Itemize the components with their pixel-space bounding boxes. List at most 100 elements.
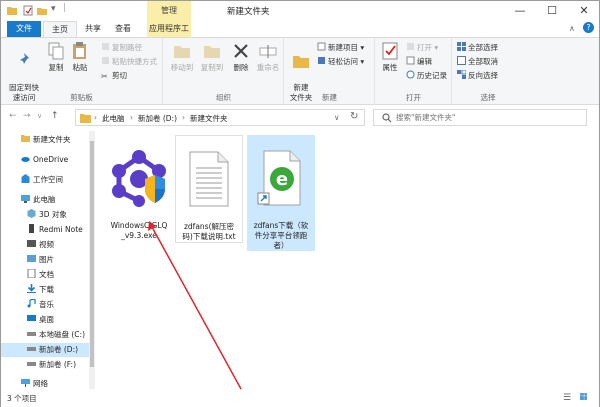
select-all-button[interactable]: 全部选择: [457, 42, 498, 54]
refresh-icon[interactable]: ↻: [350, 111, 358, 122]
copy-path-button[interactable]: 复制路径: [101, 42, 142, 54]
tab-file[interactable]: 文件: [7, 21, 41, 37]
scrollbar-thumb[interactable]: [90, 141, 94, 367]
minimize-button[interactable]: —: [505, 1, 535, 21]
search-box[interactable]: [373, 109, 587, 126]
nav-item-this-pc[interactable]: 此电脑: [21, 193, 56, 207]
nav-item-new-folder[interactable]: 新建文件夹: [21, 133, 71, 147]
help-icon[interactable]: ?: [583, 22, 594, 33]
select-none-label: 全部取消: [468, 57, 498, 66]
paste-shortcut-button[interactable]: 粘贴快捷方式: [101, 56, 157, 68]
paste-button[interactable]: 粘贴: [69, 41, 91, 73]
select-none-button[interactable]: 全部取消: [457, 56, 498, 68]
close-button[interactable]: ✕: [569, 1, 599, 21]
nav-item-label: 下载: [39, 285, 54, 294]
nav-item-pictures[interactable]: 图片: [27, 253, 54, 267]
nav-item-videos[interactable]: 视频: [27, 238, 54, 252]
cloud-icon: [21, 157, 30, 162]
move-to-button[interactable]: 移动到: [168, 41, 196, 73]
cut-button[interactable]: ✂ 剪切: [101, 70, 127, 82]
nav-item-redmi-note[interactable]: Redmi Note: [27, 223, 83, 237]
tab-home[interactable]: 主页: [43, 21, 77, 37]
forward-arrow-icon[interactable]: →: [23, 111, 31, 121]
open-group: 属性 打开 ▾ 编辑 历史记录 打开: [376, 38, 452, 105]
rename-label: 重命名: [256, 63, 280, 72]
new-item-button[interactable]: 新建项目 ▾: [317, 42, 364, 54]
folder-icon: [21, 135, 30, 142]
nav-item-label: 视频: [39, 240, 54, 249]
nav-item-music[interactable]: 音乐: [27, 298, 54, 312]
edit-button[interactable]: 编辑: [406, 56, 432, 68]
nav-item-desktop[interactable]: 桌面: [27, 313, 54, 327]
details-view-icon[interactable]: ☰: [563, 393, 571, 403]
back-arrow-icon[interactable]: ←: [9, 111, 17, 121]
copy-to-button[interactable]: 复制到: [198, 41, 226, 73]
rename-icon: [259, 45, 277, 58]
select-group: 全部选择 全部取消 反向选择 选择: [453, 38, 523, 105]
new-folder-quick-icon[interactable]: [37, 5, 47, 16]
nav-item-label: 音乐: [39, 300, 54, 309]
properties-button[interactable]: 属性: [378, 41, 402, 73]
tab-share[interactable]: 共享: [79, 21, 107, 37]
explorer-window: ▾ | 管理 新建文件夹 — ☐ ✕ 文件 主页 共享 查看 应用程序工具 ∧ …: [0, 0, 600, 407]
tab-app-tools[interactable]: 应用程序工具: [147, 21, 191, 49]
nav-pane-scrollbar[interactable]: [89, 131, 95, 389]
crumb-new-folder[interactable]: 新建文件夹: [190, 113, 228, 124]
open-button[interactable]: 打开 ▾: [406, 42, 438, 54]
history-icon: [406, 70, 415, 79]
phone-icon: [29, 224, 34, 233]
address-bar[interactable]: › 此电脑 › 新加卷 (D:) › 新建文件夹 ∨ ↻: [75, 109, 365, 126]
open-group-label: 打开: [406, 93, 421, 102]
status-bar: 3 个项目 ☰ ▦: [1, 391, 599, 407]
document-icon: [27, 269, 36, 278]
download-icon: [27, 284, 36, 293]
nav-item-onedrive[interactable]: OneDrive: [21, 153, 68, 167]
recent-dropdown-icon[interactable]: ∨: [37, 112, 42, 120]
nav-item-drive-d[interactable]: 新加卷 (D:): [1, 343, 91, 357]
tab-view[interactable]: 查看: [109, 21, 137, 37]
ribbon-collapse-icon[interactable]: ∧: [569, 24, 575, 33]
nav-item-drive-c[interactable]: 本地磁盘 (C:): [27, 328, 85, 342]
new-item-icon: [317, 42, 326, 51]
nav-item-label: 网络: [33, 379, 48, 388]
up-arrow-icon[interactable]: ↑: [51, 111, 59, 121]
workspace-icon: [21, 174, 30, 183]
crumb-this-pc[interactable]: 此电脑: [102, 113, 125, 124]
easy-access-button[interactable]: 轻松访问 ▾: [317, 56, 364, 68]
nav-item-downloads[interactable]: 下载: [27, 283, 54, 297]
invert-selection-button[interactable]: 反向选择: [457, 70, 498, 82]
nav-item-documents[interactable]: 文档: [27, 268, 54, 282]
history-button[interactable]: 历史记录: [406, 70, 447, 82]
nav-item-label: 桌面: [39, 315, 54, 324]
nav-item-label: 本地磁盘 (C:): [39, 330, 85, 339]
copy-label: 复制: [48, 63, 64, 72]
edit-icon: [406, 56, 415, 65]
crumb-drive-d[interactable]: 新加卷 (D:): [138, 113, 177, 124]
maximize-button[interactable]: ☐: [537, 1, 567, 21]
clipboard-group: 固定到快 速访问 复制 粘贴 复制路径 粘贴快捷方式 ✂ 剪切 剪贴板: [1, 38, 163, 105]
select-none-icon: [457, 56, 466, 65]
move-to-label: 移动到: [170, 63, 194, 72]
clipboard-group-label: 剪贴板: [70, 93, 93, 102]
delete-button[interactable]: 删除: [230, 41, 252, 73]
quick-access-dropdown-icon[interactable]: ▾: [51, 4, 56, 14]
search-input[interactable]: [396, 112, 576, 123]
address-chevron-icon: ›: [94, 113, 97, 122]
music-icon: [27, 299, 36, 308]
nav-item-network[interactable]: 网络: [21, 377, 48, 391]
new-item-label: 新建项目: [328, 43, 358, 52]
new-folder-icon: [293, 56, 309, 68]
nav-item-drive-f[interactable]: 新加卷 (F:): [27, 358, 76, 372]
nav-item-label: 图片: [39, 255, 54, 264]
context-tab-manage[interactable]: 管理: [147, 1, 191, 21]
properties-quick-icon[interactable]: [23, 5, 33, 16]
nav-item-workspace[interactable]: 工作空间: [21, 173, 63, 187]
nav-item-3d-objects[interactable]: 3D 对象: [27, 208, 67, 222]
large-icons-view-icon[interactable]: ▦: [579, 392, 588, 402]
copy-button[interactable]: 复制: [45, 41, 67, 73]
address-dropdown-icon[interactable]: ∨: [334, 113, 340, 122]
copy-path-label: 复制路径: [112, 43, 142, 52]
annotation-arrow: [148, 221, 242, 390]
file-list: WindowsCJGLQ _v9.3.exe zdfans(解压密 码)下载说明…: [97, 129, 599, 391]
rename-button[interactable]: 重命名: [254, 41, 282, 73]
